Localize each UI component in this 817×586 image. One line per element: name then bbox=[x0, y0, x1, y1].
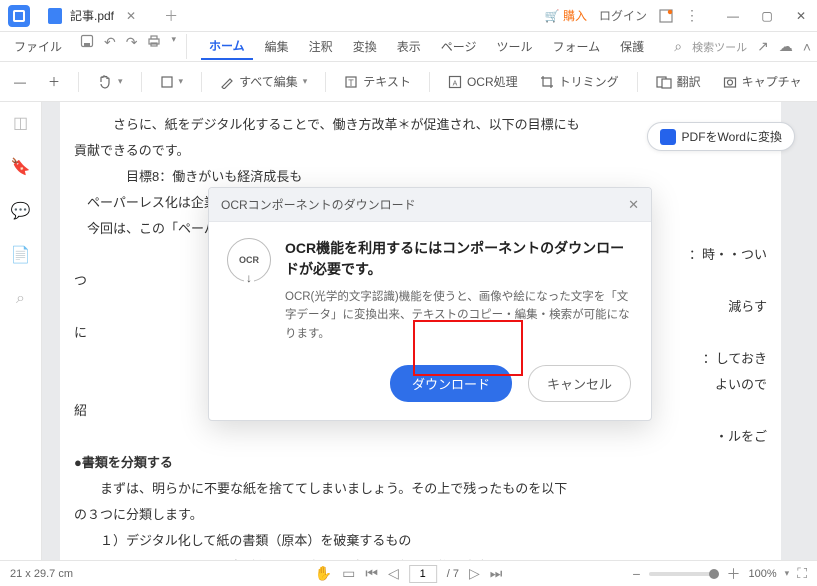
close-button[interactable]: ✕ bbox=[789, 4, 813, 28]
ocr-label: OCR処理 bbox=[467, 73, 518, 90]
zoom-out-button[interactable]: — bbox=[10, 73, 30, 91]
tab-convert[interactable]: 変換 bbox=[345, 34, 385, 59]
zoom-slider[interactable] bbox=[649, 572, 719, 576]
fit-screen-icon[interactable]: ⛶ bbox=[797, 565, 807, 582]
magnifier-icon: ⌕ bbox=[674, 38, 682, 55]
cancel-button[interactable]: キャンセル bbox=[528, 365, 631, 402]
save-icon[interactable] bbox=[80, 34, 94, 59]
right-gutter bbox=[799, 102, 817, 560]
body-line: １）デジタル化して紙の書類（原本）を破棄するもの bbox=[74, 528, 767, 554]
home-toolbar: — ＋ ▾ ▾ すべて編集 ▾ T テキスト A OCR処理 トリミング 翻訳 … bbox=[0, 62, 817, 102]
body-line: レシートなど、原本が必要ない書類はデジタル化した後に廃棄することで、 bbox=[74, 554, 767, 560]
translate-label: 翻訳 bbox=[677, 73, 701, 90]
comments-icon[interactable]: 💬 bbox=[12, 202, 30, 220]
trimming-label: トリミング bbox=[559, 73, 619, 90]
sidebar: ◫ 🔖 💬 📄 ⌕ bbox=[0, 102, 42, 560]
body-line: まずは、明らかに不要な紙を捨ててしまいましょう。その上で残ったものを以下 bbox=[74, 476, 767, 502]
print-icon[interactable] bbox=[147, 34, 161, 59]
zoom-in-icon[interactable]: ＋ bbox=[727, 564, 741, 584]
convert-to-word-pill[interactable]: PDFをWordに変換 bbox=[647, 122, 795, 151]
zoom-out-icon[interactable]: − bbox=[632, 566, 640, 582]
edit-all-label: すべて編集 bbox=[239, 73, 298, 90]
tab-comment[interactable]: 注釈 bbox=[301, 34, 341, 59]
section-heading: ●書類を分類する bbox=[74, 450, 767, 476]
ocr-button[interactable]: A OCR処理 bbox=[444, 71, 522, 92]
attachments-icon[interactable]: 📄 bbox=[12, 246, 30, 264]
status-bar: 21 x 29.7 cm ✋ ▭ ⏮ ◁ / 7 ▷ ⏭ − ＋ 100% ▾ … bbox=[0, 560, 817, 586]
dialog-description: OCR(光学的文字認識)機能を使うと、画像や絵になった文字を「文字データ」に変換… bbox=[285, 288, 633, 343]
search-tool-placeholder[interactable]: 検索ツール bbox=[692, 39, 747, 55]
select-tool-button[interactable]: ▾ bbox=[156, 73, 188, 91]
dialog-close-button[interactable]: ✕ bbox=[628, 197, 639, 213]
read-mode-icon[interactable]: ▭ bbox=[342, 565, 355, 582]
capture-label: キャプチャ bbox=[742, 73, 802, 90]
zoom-value: 100% bbox=[749, 568, 777, 580]
tab-form[interactable]: フォーム bbox=[545, 34, 609, 59]
dialog-title-small: OCRコンポーネントのダウンロード bbox=[221, 196, 416, 213]
edit-all-button[interactable]: すべて編集 ▾ bbox=[216, 71, 311, 92]
page-input[interactable] bbox=[409, 565, 437, 583]
body-line: ・ルをご bbox=[74, 424, 767, 450]
text-button[interactable]: T テキスト bbox=[340, 71, 415, 92]
tab-home[interactable]: ホーム bbox=[201, 33, 253, 60]
quickbar-caret-icon[interactable]: ▾ bbox=[171, 34, 176, 59]
tab-page[interactable]: ページ bbox=[433, 34, 485, 59]
kebab-icon[interactable]: ⋮ bbox=[685, 7, 699, 24]
ocr-download-dialog: OCRコンポーネントのダウンロード ✕ OCR OCR機能を利用するにはコンポー… bbox=[208, 187, 652, 421]
bookmarks-icon[interactable]: 🔖 bbox=[12, 158, 30, 176]
zoom-in-button[interactable]: ＋ bbox=[44, 71, 64, 92]
tab-close-button[interactable]: ✕ bbox=[122, 9, 140, 23]
capture-button[interactable]: キャプチャ bbox=[719, 71, 806, 92]
undo-icon[interactable]: ↶ bbox=[104, 34, 116, 59]
file-menu[interactable]: ファイル bbox=[6, 34, 70, 59]
svg-text:T: T bbox=[349, 78, 355, 88]
title-bar: 記事.pdf ✕ ＋ 🛒 購入 ログイン ⋮ — ▢ ✕ bbox=[0, 0, 817, 32]
page-size: 21 x 29.7 cm bbox=[10, 568, 73, 580]
notification-icon[interactable] bbox=[659, 9, 673, 23]
new-tab-button[interactable]: ＋ bbox=[164, 6, 178, 26]
pdf-icon bbox=[48, 8, 62, 24]
hand-mode-icon[interactable]: ✋ bbox=[315, 565, 332, 582]
dialog-titlebar: OCRコンポーネントのダウンロード ✕ bbox=[209, 188, 651, 222]
collapse-ribbon-icon[interactable]: ˄ bbox=[803, 39, 811, 55]
svg-text:A: A bbox=[453, 80, 458, 87]
cloud-icon[interactable]: ☁ bbox=[779, 38, 793, 55]
page-total: / 7 bbox=[447, 568, 459, 580]
document-tab[interactable]: 記事.pdf ✕ bbox=[38, 2, 150, 30]
trimming-button[interactable]: トリミング bbox=[536, 71, 623, 92]
tab-tool[interactable]: ツール bbox=[488, 34, 540, 59]
minimize-button[interactable]: — bbox=[721, 4, 745, 28]
zoom-caret-icon[interactable]: ▾ bbox=[785, 568, 790, 579]
search-panel-icon[interactable]: ⌕ bbox=[12, 290, 30, 308]
app-logo-icon bbox=[8, 5, 30, 27]
download-button[interactable]: ダウンロード bbox=[390, 365, 512, 402]
menu-bar: ファイル ↶ ↷ ▾ ホーム 編集 注釈 変換 表示 ページ ツール フォーム … bbox=[0, 32, 817, 62]
thumbnails-icon[interactable]: ◫ bbox=[12, 114, 30, 132]
first-page-icon[interactable]: ⏮ bbox=[365, 565, 378, 582]
word-icon bbox=[660, 129, 676, 145]
text-label: テキスト bbox=[363, 73, 411, 90]
convert-label: PDFをWordに変換 bbox=[682, 128, 782, 145]
translate-button[interactable]: 翻訳 bbox=[652, 71, 705, 92]
last-page-icon[interactable]: ⏭ bbox=[490, 565, 503, 582]
hand-tool-button[interactable]: ▾ bbox=[93, 72, 127, 92]
redo-icon[interactable]: ↷ bbox=[126, 34, 138, 59]
tab-display[interactable]: 表示 bbox=[389, 34, 429, 59]
buy-label: 購入 bbox=[563, 9, 587, 23]
ocr-badge-icon: OCR bbox=[227, 238, 271, 282]
tab-title: 記事.pdf bbox=[70, 7, 114, 24]
login-link[interactable]: ログイン bbox=[599, 7, 647, 24]
cart-icon[interactable]: 🛒 購入 bbox=[545, 7, 587, 24]
tab-protect[interactable]: 保護 bbox=[612, 34, 652, 59]
dialog-heading: OCR機能を利用するにはコンポーネントのダウンロードが必要です。 bbox=[285, 238, 633, 280]
maximize-button[interactable]: ▢ bbox=[755, 4, 779, 28]
next-page-icon[interactable]: ▷ bbox=[469, 565, 480, 582]
popout-icon[interactable]: ↗ bbox=[757, 38, 769, 55]
prev-page-icon[interactable]: ◁ bbox=[388, 565, 399, 582]
tab-edit[interactable]: 編集 bbox=[257, 34, 297, 59]
body-line: の３つに分類します。 bbox=[74, 502, 767, 528]
